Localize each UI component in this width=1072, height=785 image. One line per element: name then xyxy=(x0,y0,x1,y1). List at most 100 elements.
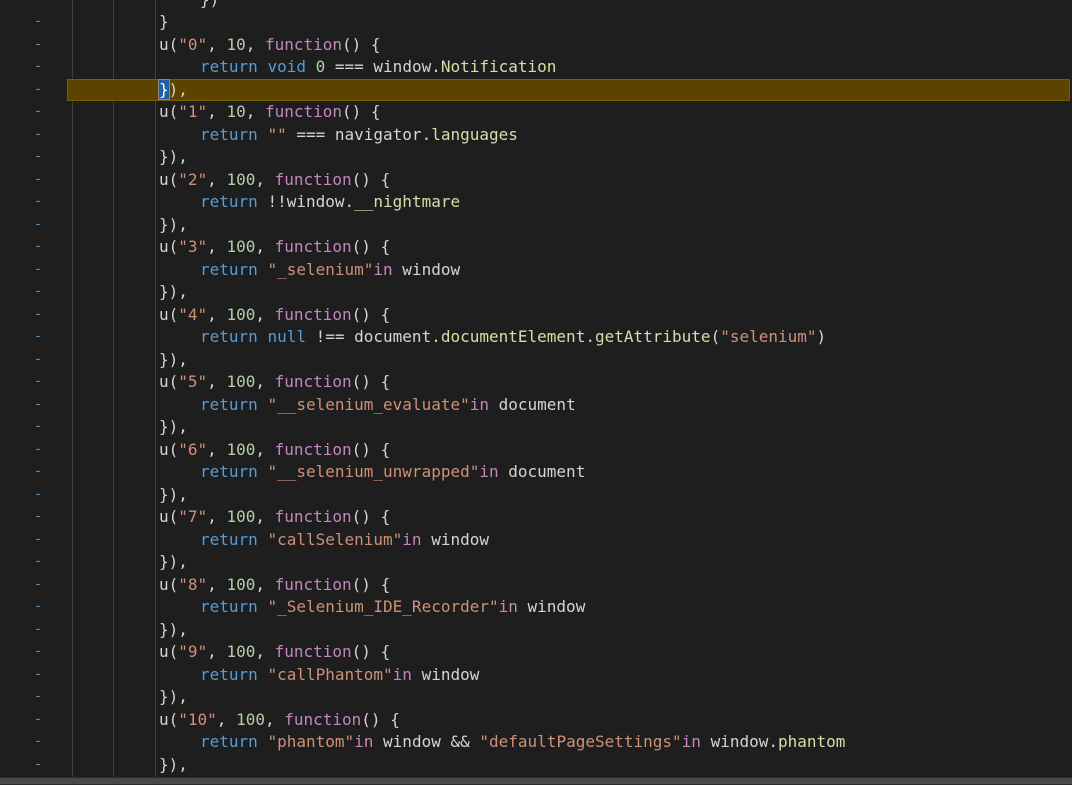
code-line[interactable]: - return "callSelenium"in window xyxy=(0,529,1072,552)
code-line[interactable]: - return !!window.__nightmare xyxy=(0,191,1072,214)
code-line[interactable]: - u("7", 100, function() { xyxy=(0,506,1072,529)
gutter-marker: - xyxy=(34,284,42,299)
code-token: , xyxy=(245,34,265,54)
code-line[interactable]: - u("2", 100, function() { xyxy=(0,169,1072,192)
code-line[interactable]: -} xyxy=(0,11,1072,34)
code-line[interactable]: -}) xyxy=(0,0,1072,11)
code-line[interactable]: -}), xyxy=(0,416,1072,439)
code-token: , xyxy=(216,709,237,729)
code-token: null xyxy=(267,327,306,346)
code-token: return xyxy=(200,259,268,279)
code-token: 100 xyxy=(226,642,256,661)
code-text: }), xyxy=(159,551,188,574)
code-line[interactable]: - return "__selenium_evaluate"in document xyxy=(0,394,1072,417)
code-token: u( xyxy=(159,102,179,121)
gutter-marker: - xyxy=(34,59,42,74)
code-text: }), xyxy=(159,281,188,304)
code-line[interactable]: -}), xyxy=(0,78,1072,101)
code-token: return xyxy=(200,327,268,346)
code-token: }) xyxy=(200,0,219,9)
code-token: }), xyxy=(159,147,188,166)
code-line[interactable]: -}), xyxy=(0,686,1072,709)
code-token: function xyxy=(274,642,352,661)
code-token: "_Selenium_IDE_Recorder" xyxy=(267,597,499,616)
gutter-marker: - xyxy=(34,711,42,727)
code-line[interactable]: - return "__selenium_unwrapped"in documen… xyxy=(0,461,1072,484)
code-line[interactable]: -}), xyxy=(0,349,1072,372)
horizontal-scrollbar[interactable] xyxy=(0,777,1072,785)
code-token: document xyxy=(489,394,576,414)
code-token: u( xyxy=(159,372,179,391)
code-line[interactable]: -}), xyxy=(0,214,1072,237)
code-token: window xyxy=(421,529,489,549)
code-line[interactable]: - u("8", 100, function() { xyxy=(0,574,1072,597)
code-token: "selenium" xyxy=(720,327,817,346)
code-token: function xyxy=(274,304,352,324)
code-token: 100 xyxy=(226,304,256,324)
gutter-marker: - xyxy=(34,306,42,322)
gutter-marker: - xyxy=(34,239,42,254)
code-token: getAttribute xyxy=(594,327,711,346)
code-token: return xyxy=(200,124,268,144)
code-line[interactable]: - u("10", 100, function() { xyxy=(0,709,1072,732)
code-token: }), xyxy=(159,754,188,774)
gutter-marker: - xyxy=(34,171,42,187)
code-token: !!window. xyxy=(267,192,355,211)
code-line[interactable]: -}), xyxy=(0,754,1072,777)
code-line[interactable]: - return "phantom"in window && "defaultPa… xyxy=(0,731,1072,754)
code-token: in xyxy=(354,732,374,751)
scrollbar-thumb[interactable] xyxy=(0,778,1072,784)
code-token: } xyxy=(159,12,169,31)
code-line[interactable]: -}), xyxy=(0,484,1072,507)
gutter-marker: - xyxy=(34,621,42,637)
code-line[interactable]: - return "_Selenium_IDE_Recorder"in windo… xyxy=(0,596,1072,619)
code-token: 0 xyxy=(315,57,326,76)
code-line[interactable]: -}), xyxy=(0,146,1072,169)
code-token: "1" xyxy=(178,102,208,121)
code-token: languages xyxy=(431,124,518,144)
code-line[interactable]: - return void 0 === window.Notification xyxy=(0,56,1072,79)
code-text: }), xyxy=(159,214,188,237)
code-token: () { xyxy=(351,642,391,661)
code-token: ) xyxy=(816,327,827,346)
code-token: , xyxy=(207,34,227,54)
code-line[interactable]: - u("4", 100, function() { xyxy=(0,304,1072,327)
code-token: u( xyxy=(159,642,179,661)
code-token: window. xyxy=(700,732,778,751)
code-line[interactable]: -}), xyxy=(0,281,1072,304)
code-text: u("9", 100, function() { xyxy=(159,641,390,664)
matched-bracket: } xyxy=(158,78,170,100)
code-line[interactable]: -}), xyxy=(0,619,1072,642)
code-token: }), xyxy=(159,687,188,706)
gutter-marker: - xyxy=(34,666,42,682)
code-token: () { xyxy=(351,237,391,256)
code-token: u( xyxy=(159,237,179,256)
code-token: u( xyxy=(159,439,179,459)
code-line[interactable]: - return "callPhantom"in window xyxy=(0,664,1072,687)
code-token: , xyxy=(207,439,227,459)
code-line[interactable]: - return "" === navigator.languages xyxy=(0,124,1072,147)
code-line[interactable]: -}), xyxy=(0,551,1072,574)
gutter-marker: - xyxy=(34,531,42,547)
code-token: phantom xyxy=(778,732,846,751)
code-token: "6" xyxy=(178,439,208,459)
code-token: "callPhantom" xyxy=(267,664,393,684)
code-token: return xyxy=(200,462,268,481)
code-token: "3" xyxy=(178,237,208,256)
gutter-marker: - xyxy=(34,149,42,164)
code-line[interactable]: - return "_selenium"in window xyxy=(0,259,1072,282)
code-line[interactable]: - u("5", 100, function() { xyxy=(0,371,1072,394)
code-token: ( xyxy=(710,327,721,346)
code-line[interactable]: - return null !== document.documentElemen… xyxy=(0,326,1072,349)
code-token: u( xyxy=(159,709,179,729)
code-token: function xyxy=(274,439,352,459)
code-line[interactable]: - u("1", 10, function() { xyxy=(0,101,1072,124)
gutter-marker: - xyxy=(34,104,42,119)
code-editor[interactable]: -})-}-u("0", 10, function() {-return voi… xyxy=(0,0,1072,777)
code-line[interactable]: - u("9", 100, function() { xyxy=(0,641,1072,664)
code-token: in xyxy=(498,597,518,616)
gutter-marker: - xyxy=(34,351,42,367)
code-line[interactable]: - u("3", 100, function() { xyxy=(0,236,1072,259)
code-line[interactable]: - u("0", 10, function() { xyxy=(0,34,1072,57)
code-line[interactable]: - u("6", 100, function() { xyxy=(0,439,1072,462)
